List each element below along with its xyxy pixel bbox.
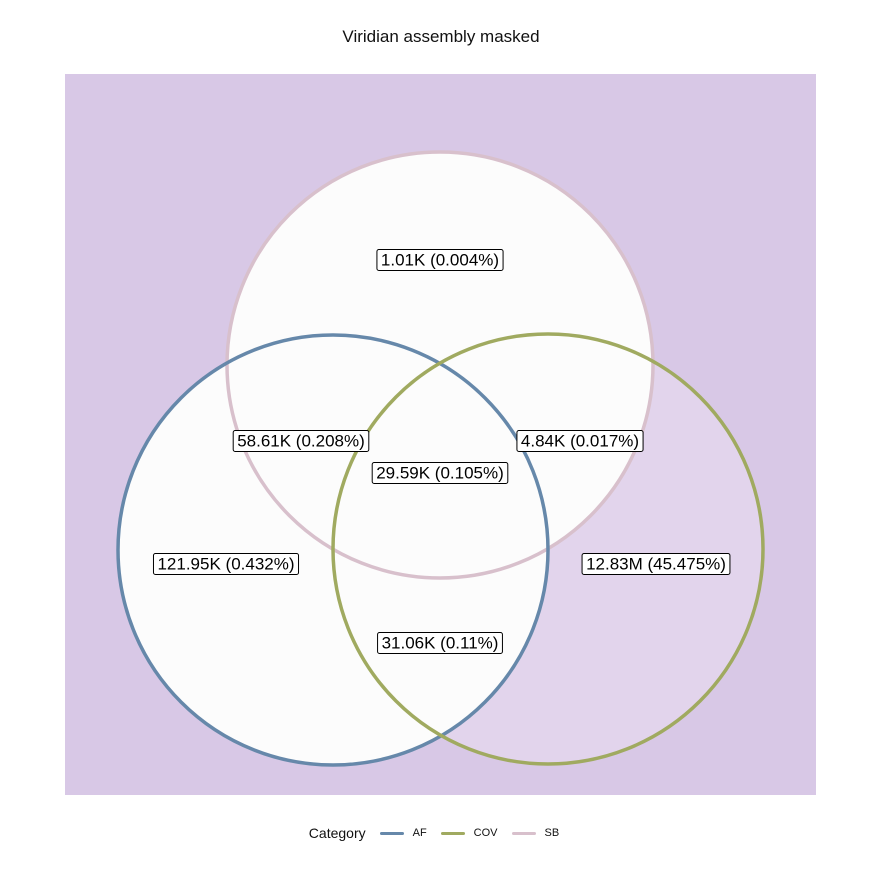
legend-key-sb: [511, 831, 536, 835]
legend-label-cov: COV: [473, 827, 498, 839]
region-label-cov-sb: 4.84K (0.017%): [516, 430, 644, 452]
region-label-text-af: 121.95K (0.432%): [157, 555, 294, 574]
legend-item-af: AF: [379, 827, 427, 839]
region-label-text-cov-sb: 4.84K (0.017%): [521, 432, 639, 451]
region-label-af-cov: 31.06K (0.11%): [377, 632, 503, 654]
region-label-af-cov-sb: 29.59K (0.105%): [371, 462, 509, 484]
region-label-sb: 1.01K (0.004%): [376, 249, 504, 271]
region-label-text-cov: 12.83M (45.475%): [586, 555, 726, 574]
region-label-text-af-cov: 31.06K (0.11%): [382, 634, 499, 653]
region-label-text-af-cov-sb: 29.59K (0.105%): [376, 464, 504, 483]
legend: Category AF COV SB: [0, 825, 882, 841]
legend-item-sb: SB: [511, 827, 560, 839]
legend-label-af: AF: [412, 827, 427, 839]
region-label-text-af-sb: 58.61K (0.208%): [237, 432, 365, 451]
venn-diagram: 1.01K (0.004%) 58.61K (0.208%) 4.84K (0.01…: [65, 74, 816, 795]
legend-key-af: [379, 831, 404, 835]
region-label-af: 121.95K (0.432%): [152, 553, 300, 575]
region-label-text-sb: 1.01K (0.004%): [381, 251, 499, 270]
legend-title: Category: [308, 825, 366, 841]
region-label-af-sb: 58.61K (0.208%): [232, 430, 370, 452]
region-label-cov: 12.83M (45.475%): [581, 553, 731, 575]
legend-label-sb: SB: [544, 827, 560, 839]
legend-item-cov: COV: [440, 827, 498, 839]
legend-key-cov: [440, 831, 465, 835]
